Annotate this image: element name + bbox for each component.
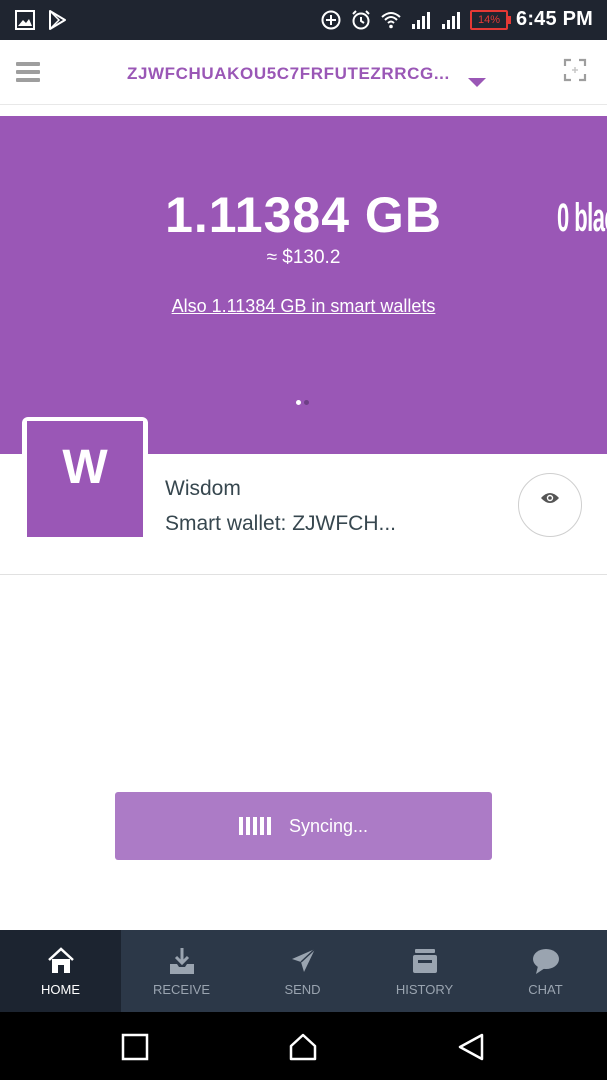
balance-amount: 1.11384 GB: [165, 187, 442, 243]
view-wallet-button[interactable]: [518, 473, 582, 537]
receive-icon: [169, 948, 194, 974]
syncing-button[interactable]: Syncing...: [115, 792, 492, 860]
chevron-down-icon[interactable]: [468, 78, 486, 87]
balance-fiat: ≈ $130.2: [266, 247, 341, 268]
eye-icon: [541, 493, 559, 503]
menu-icon[interactable]: [16, 62, 40, 82]
history-icon: [412, 949, 437, 973]
data-saver-icon: [321, 10, 341, 29]
back-icon[interactable]: [456, 1032, 486, 1062]
signal-icon: [412, 11, 430, 29]
scan-qr-icon[interactable]: [563, 58, 587, 82]
status-time: 6:45 PM: [516, 8, 593, 30]
loading-bars-icon: [238, 817, 271, 835]
tab-chat-label: CHAT: [528, 982, 563, 997]
tab-home-label: HOME: [41, 982, 80, 997]
status-right-icons: 14% 6:45 PM: [320, 8, 593, 31]
tab-send[interactable]: SEND: [242, 930, 363, 1012]
tab-home[interactable]: HOME: [0, 930, 121, 1012]
smart-wallets-link[interactable]: Also 1.11384 GB in smart wallets: [0, 296, 607, 317]
next-slide-peek: 0 blacl: [557, 196, 607, 240]
alarm-icon: [352, 9, 370, 29]
wallet-subtitle: Smart wallet: ZJWFCH...: [165, 512, 397, 535]
status-left-icons: [14, 9, 68, 31]
signal-icon-2: [442, 11, 460, 29]
play-store-icon: [49, 10, 66, 30]
status-bar: 14% 6:45 PM: [0, 0, 607, 40]
pager-dot: [304, 400, 309, 405]
pager-dots: [296, 400, 309, 405]
pager-dot-active: [296, 400, 301, 405]
wallet-selector-title[interactable]: ZJWFCHUAKOU5C7FRFUTEZRRCG...: [127, 64, 450, 84]
battery-indicator: 14%: [470, 9, 511, 30]
tab-history[interactable]: HISTORY: [364, 930, 485, 1012]
tab-receive[interactable]: RECEIVE: [121, 930, 242, 1012]
tab-send-label: SEND: [284, 982, 321, 997]
gallery-icon: [15, 10, 35, 30]
syncing-label: Syncing...: [288, 815, 369, 836]
tab-history-label: HISTORY: [395, 982, 454, 997]
recents-icon[interactable]: [120, 1032, 150, 1062]
wallet-name: Wisdom: [165, 477, 241, 500]
chat-icon: [532, 949, 559, 974]
send-icon: [291, 948, 316, 972]
app-header: ZJWFCHUAKOU5C7FRFUTEZRRCG...: [0, 40, 607, 105]
bottom-tab-bar: HOME RECEIVE SEND HISTORY CHAT: [0, 930, 607, 1012]
balance-panel[interactable]: 1.11384 GB ≈ $130.2 Also 1.11384 GB in s…: [0, 116, 607, 454]
tab-receive-label: RECEIVE: [152, 982, 211, 997]
system-nav-bar: [0, 1012, 607, 1080]
home-nav-icon[interactable]: [288, 1032, 318, 1062]
tab-chat[interactable]: CHAT: [485, 930, 606, 1012]
home-icon: [47, 947, 74, 973]
wallet-avatar: W: [27, 421, 143, 537]
wifi-icon: [381, 11, 401, 28]
